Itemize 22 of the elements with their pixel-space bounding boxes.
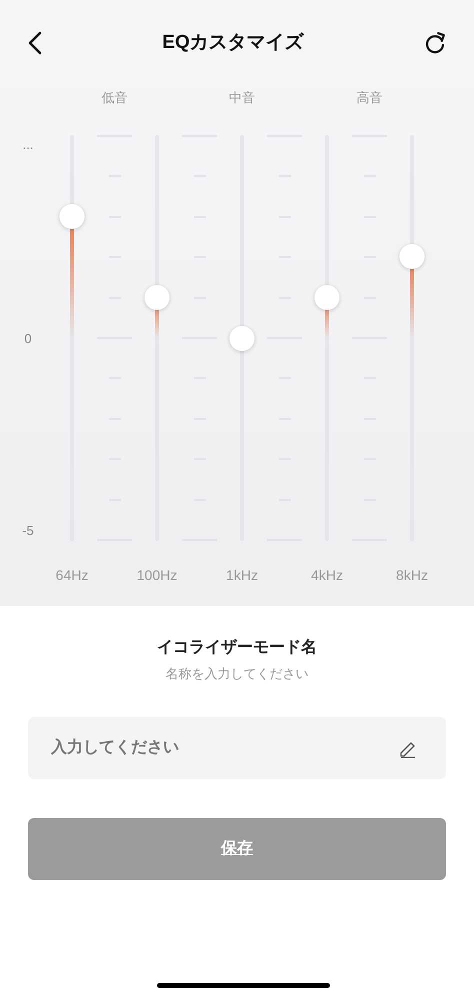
section-title: イコライザーモード名	[157, 638, 317, 658]
frequency-label: 4kHz	[310, 566, 344, 585]
slider-thumb[interactable]	[230, 326, 254, 350]
axis-label: 0	[23, 330, 33, 348]
refresh-icon[interactable]	[424, 31, 446, 55]
page-title: EQカスタマイズ	[162, 30, 304, 55]
slider-thumb[interactable]	[60, 204, 84, 229]
band-group-label: 中音	[228, 89, 256, 108]
band-group-label: 低音	[100, 89, 128, 108]
section-subtitle: 名称を入力してください	[166, 665, 308, 683]
frequency-label: 100Hz	[136, 566, 178, 585]
slider-thumb[interactable]	[400, 244, 424, 270]
frequency-label: 8kHz	[395, 566, 429, 585]
axis-label: ...	[22, 136, 34, 154]
axis-label: -5	[21, 522, 35, 540]
band-group-label: 高音	[356, 89, 384, 108]
frequency-label: 1kHz	[225, 566, 259, 585]
back-icon[interactable]	[28, 31, 42, 55]
slider-thumb[interactable]	[314, 284, 340, 310]
slider-thumb[interactable]	[144, 284, 170, 310]
frequency-label: 64Hz	[54, 566, 90, 585]
name-input-field[interactable]: 入力してください	[28, 716, 446, 778]
